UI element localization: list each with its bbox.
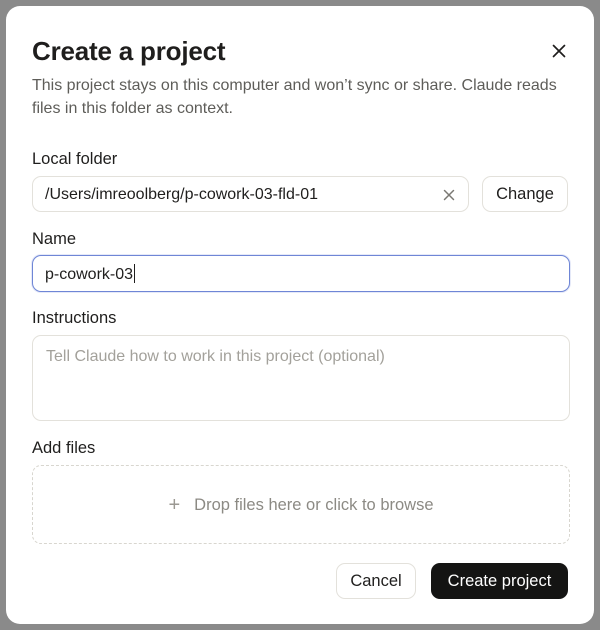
text-caret xyxy=(134,264,136,283)
instructions-textarea[interactable]: Tell Claude how to work in this project … xyxy=(32,335,570,421)
instructions-placeholder: Tell Claude how to work in this project … xyxy=(46,348,385,365)
cancel-button[interactable]: Cancel xyxy=(336,563,416,599)
instructions-label: Instructions xyxy=(32,309,117,327)
close-icon xyxy=(552,44,566,58)
name-value: p-cowork-03 xyxy=(45,266,134,283)
name-label: Name xyxy=(32,230,77,248)
local-folder-label: Local folder xyxy=(32,150,118,168)
create-project-dialog: Create a project This project stays on t… xyxy=(6,6,594,624)
close-button[interactable] xyxy=(546,38,572,64)
dialog-title: Create a project xyxy=(32,36,226,66)
clear-folder-button[interactable] xyxy=(438,184,460,206)
add-files-label: Add files xyxy=(32,439,96,457)
dialog-description: This project stays on this computer and … xyxy=(32,77,557,117)
create-project-button[interactable]: Create project xyxy=(431,563,568,599)
local-folder-path: /Users/imreoolberg/p-cowork-03-fld-01 xyxy=(45,186,318,203)
clear-icon xyxy=(443,189,455,201)
name-input[interactable]: p-cowork-03 xyxy=(45,264,545,285)
name-field[interactable]: p-cowork-03 xyxy=(32,255,570,292)
file-dropzone[interactable]: + Drop files here or click to browse xyxy=(32,465,570,544)
plus-icon: + xyxy=(168,493,181,516)
local-folder-field[interactable]: /Users/imreoolberg/p-cowork-03-fld-01 xyxy=(32,176,469,212)
change-folder-button[interactable]: Change xyxy=(482,176,568,212)
dropzone-prompt: Drop files here or click to browse xyxy=(194,495,434,514)
